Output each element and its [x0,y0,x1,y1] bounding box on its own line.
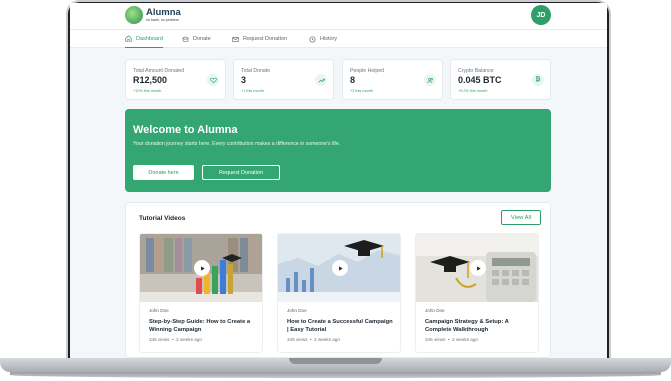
tutorial-videos-section: Tutorial Videos View All John Doe Step-b… [125,202,551,358]
history-icon [309,36,316,42]
brand-tagline: no bank, no problem [146,18,179,22]
laptop-base-bottom [10,372,661,378]
play-button[interactable] [470,260,486,276]
main-nav: Dashboard Donate Request Donation Histor… [70,29,607,48]
video-meta: 345 views • 2 weeks ago [287,337,340,342]
video-author: John Doe [149,308,169,313]
donate-here-button[interactable]: Donate here [133,165,194,180]
video-age: 2 weeks ago [176,337,202,342]
brand-name: Alumna [146,7,181,18]
welcome-banner: Welcome to Alumna Your donation journey … [125,109,551,192]
tab-request-donation[interactable]: Request Donation [232,30,287,48]
request-donation-button[interactable]: Request Donation [202,165,280,180]
bitcoin-icon: ₿ [532,74,544,86]
tab-history[interactable]: History [309,30,337,48]
view-all-button[interactable]: View All [501,210,541,225]
heart-icon [207,74,219,86]
stat-change: +1 this month [241,89,264,93]
laptop-notch [289,358,382,364]
video-age: 2 weeks ago [452,337,478,342]
stat-label: Total Amount Donated [133,68,185,74]
video-title[interactable]: How to Create a Successful Campaign | Ea… [287,318,395,334]
coins-icon [182,36,189,42]
users-icon [424,74,436,86]
brand-logo[interactable] [125,6,143,24]
play-icon [476,265,481,271]
stat-label: Total Donate [241,68,271,74]
section-title: Tutorial Videos [139,215,186,222]
meta-dot: • [170,337,175,342]
avatar[interactable]: JD [531,5,551,25]
trending-up-icon [315,74,327,86]
welcome-text: Your donation journey starts here. Every… [133,141,341,147]
home-icon [125,35,132,42]
stat-card-people-helped: People Helped 8 +3 this month [342,59,443,100]
tab-dashboard[interactable]: Dashboard [125,30,163,48]
video-author: John Doe [287,308,307,313]
stat-card-total-donate: Total Donate 3 +1 this month [233,59,334,100]
video-author: John Doe [425,308,445,313]
video-views: 345 views [287,337,308,342]
play-button[interactable] [194,260,210,276]
stat-change: +3 this month [350,89,373,93]
tab-donate[interactable]: Donate [182,30,211,48]
video-views: 345 views [425,337,446,342]
video-meta: 345 views • 2 weeks ago [425,337,478,342]
stat-card-total-amount: Total Amount Donated R12,500 +12% this m… [125,59,226,100]
tab-label: Donate [193,36,211,42]
stat-value: 3 [241,75,247,85]
tab-label: History [320,36,338,42]
play-button[interactable] [332,260,348,276]
meta-dot: • [446,337,451,342]
welcome-title: Welcome to Alumna [133,124,238,136]
stat-value: R12,500 [133,75,168,85]
top-bar: Alumna no bank, no problem JD [70,3,607,29]
tab-label: Request Donation [243,36,288,42]
video-card[interactable]: John Doe Step-by-Step Guide: How to Crea… [139,233,263,353]
tab-label: Dashboard [136,35,163,42]
video-title[interactable]: Campaign Strategy & Setup: A Complete Wa… [425,318,533,334]
stat-change: +12% this month [133,89,162,93]
stat-label: Crypto Balance [458,68,494,74]
stat-change: +5.2% this month [458,89,488,93]
meta-dot: • [308,337,313,342]
video-card[interactable]: John Doe How to Create a Successful Camp… [277,233,401,353]
laptop-frame: Alumna no bank, no problem JD Dashboard … [0,0,671,381]
app-screen: Alumna no bank, no problem JD Dashboard … [70,3,607,358]
mail-icon [232,36,239,42]
video-card[interactable]: John Doe Campaign Strategy & Setup: A Co… [415,233,539,353]
stat-value: 0.045 BTC [458,75,502,85]
video-title[interactable]: Step-by-Step Guide: How to Create a Winn… [149,318,257,334]
video-meta: 345 views • 2 weeks ago [149,337,202,342]
video-views: 345 views [149,337,170,342]
stat-value: 8 [350,75,356,85]
video-age: 2 weeks ago [314,337,340,342]
play-icon [338,265,343,271]
stat-card-crypto-balance: Crypto Balance 0.045 BTC +5.2% this mont… [450,59,551,100]
stat-label: People Helped [350,68,385,74]
play-icon [200,265,205,271]
